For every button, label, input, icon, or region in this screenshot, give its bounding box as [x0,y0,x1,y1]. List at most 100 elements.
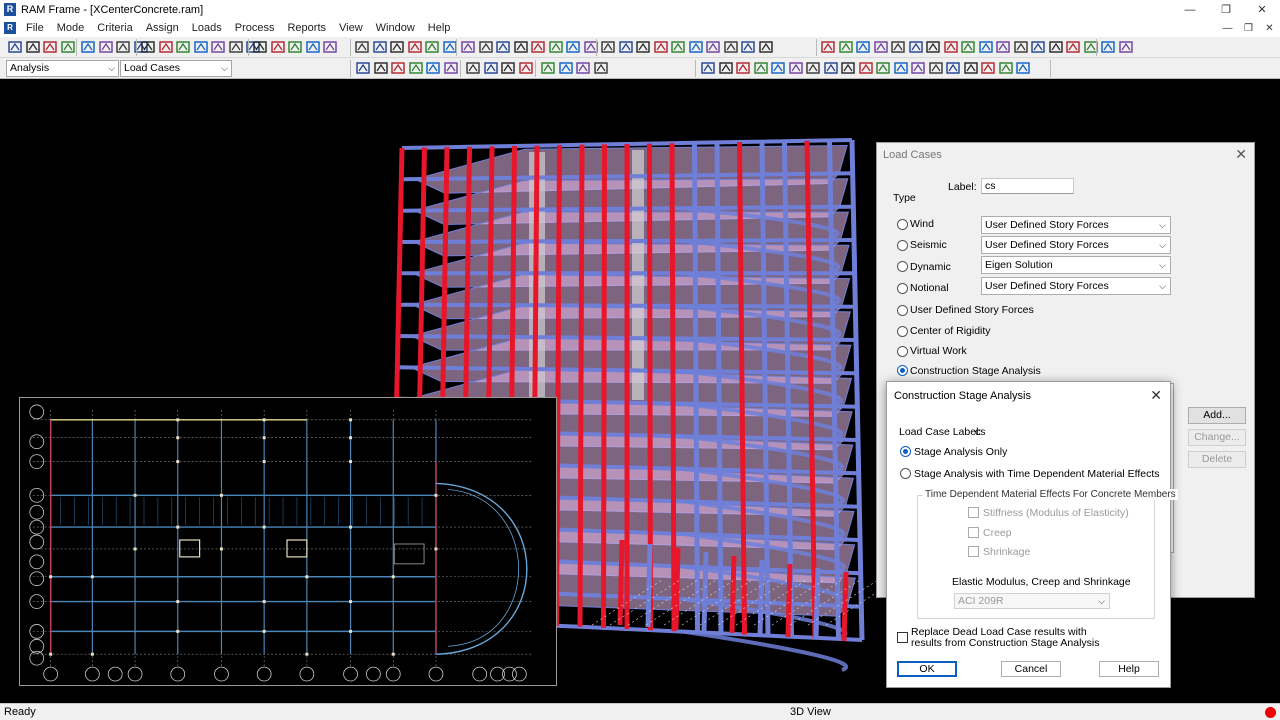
toolbar-tool-icon[interactable] [705,39,721,55]
mode-combo[interactable]: Analysis ⌵ [6,60,119,77]
toolbar-tool-icon[interactable] [540,60,556,76]
radio-time-dependent[interactable] [900,468,911,479]
toolbar-tool-icon[interactable] [575,60,591,76]
delete-button[interactable]: Delete [1188,451,1246,468]
toolbar-tool-icon[interactable] [407,39,423,55]
toolbar-tool-icon[interactable] [995,39,1011,55]
toolbar-tool-icon[interactable] [500,60,516,76]
toolbar-tool-icon[interactable] [518,60,534,76]
maximize-button[interactable]: ❐ [1208,0,1244,19]
toolbar-tool-icon[interactable] [858,60,874,76]
toolbar-tool-icon[interactable] [788,60,804,76]
toolbar-tool-icon[interactable] [478,39,494,55]
toolbar-tool-icon[interactable] [593,60,609,76]
menu-assign[interactable]: Assign [140,22,186,34]
seismic-type-dropdown[interactable]: User Defined Story Forces ⌵ [981,236,1171,254]
toolbar-tool-icon[interactable] [483,60,499,76]
minimize-button[interactable]: — [1172,0,1208,19]
dynamic-type-dropdown[interactable]: Eigen Solution ⌵ [981,256,1171,274]
radio-stage-analysis-only-label[interactable]: Stage Analysis Only [914,446,1007,458]
radio-center-of-rigidity-label[interactable]: Center of Rigidity [910,325,991,337]
toolbar-tool-icon[interactable] [823,60,839,76]
toolbar-tool-icon[interactable] [1065,39,1081,55]
toolbar-tool-icon[interactable] [98,39,114,55]
toolbar-tool-icon[interactable] [840,60,856,76]
radio-user-defined[interactable] [897,305,908,316]
radio-seismic[interactable] [897,240,908,251]
toolbar-tool-icon[interactable] [548,39,564,55]
toolbar-tool-icon[interactable] [753,60,769,76]
toolbar-tool-icon[interactable] [354,39,370,55]
toolbar-tool-icon[interactable] [228,39,244,55]
toolbar-tool-icon[interactable] [945,60,961,76]
toolbar-tool-icon[interactable] [688,39,704,55]
toolbar-tool-icon[interactable] [287,39,303,55]
cancel-button[interactable]: Cancel [1001,661,1061,677]
toolbar-tool-icon[interactable] [1118,39,1134,55]
doc-close-button[interactable]: ✕ [1259,19,1280,37]
toolbar-tool-icon[interactable] [158,39,174,55]
replace-dead-load-label[interactable]: Replace Dead Load Case results with resu… [911,627,1100,649]
toolbar-tool-icon[interactable] [390,60,406,76]
toolbar-tool-icon[interactable] [373,60,389,76]
toolbar-tool-icon[interactable] [140,39,156,55]
radio-construction-stage-label[interactable]: Construction Stage Analysis [910,365,1041,377]
menu-reports[interactable]: Reports [281,22,333,34]
radio-center-of-rigidity[interactable] [897,326,908,337]
toolbar-tool-icon[interactable] [60,39,76,55]
doc-restore-button[interactable]: ❐ [1238,19,1259,37]
label-input[interactable]: cs [981,178,1074,194]
toolbar-tool-icon[interactable] [389,39,405,55]
radio-dynamic[interactable] [897,261,908,272]
stiffness-checkbox[interactable] [968,507,979,518]
toolbar-tool-icon[interactable] [875,60,891,76]
help-button[interactable]: Help [1099,661,1159,677]
toolbar-tool-icon[interactable] [305,39,321,55]
menu-loads[interactable]: Loads [186,22,229,34]
radio-dynamic-label[interactable]: Dynamic [910,261,951,273]
toolbar-tool-icon[interactable] [873,39,889,55]
toolbar-tool-icon[interactable] [7,39,23,55]
toolbar-tool-icon[interactable] [963,60,979,76]
toolbar-tool-icon[interactable] [893,60,909,76]
toolbar-tool-icon[interactable] [978,39,994,55]
menu-criteria[interactable]: Criteria [91,22,139,34]
menu-view[interactable]: View [333,22,370,34]
toolbar-tool-icon[interactable] [998,60,1014,76]
toolbar-tool-icon[interactable] [565,39,581,55]
toolbar-tool-icon[interactable] [1015,60,1031,76]
radio-wind-label[interactable]: Wind [910,218,934,230]
radio-notional[interactable] [897,283,908,294]
toolbar-tool-icon[interactable] [424,39,440,55]
view-combo[interactable]: Load Cases ⌵ [120,60,232,77]
replace-dead-load-checkbox[interactable] [897,632,908,643]
toolbar-tool-icon[interactable] [700,60,716,76]
notional-type-dropdown[interactable]: User Defined Story Forces ⌵ [981,277,1171,295]
toolbar-tool-icon[interactable] [735,60,751,76]
toolbar-tool-icon[interactable] [270,39,286,55]
radio-time-dependent-label[interactable]: Stage Analysis with Time Dependent Mater… [914,468,1160,480]
toolbar-tool-icon[interactable] [960,39,976,55]
toolbar-tool-icon[interactable] [1100,39,1116,55]
menu-file[interactable]: File [20,22,51,34]
radio-construction-stage[interactable] [897,365,908,376]
toolbar-tool-icon[interactable] [925,39,941,55]
toolbar-tool-icon[interactable] [425,60,441,76]
toolbar-tool-icon[interactable] [618,39,634,55]
toolbar-tool-icon[interactable] [530,39,546,55]
ok-button[interactable]: OK [897,661,957,677]
toolbar-tool-icon[interactable] [890,39,906,55]
toolbar-tool-icon[interactable] [465,60,481,76]
radio-seismic-label[interactable]: Seismic [910,239,947,251]
toolbar-tool-icon[interactable] [600,39,616,55]
toolbar-tool-icon[interactable] [1030,39,1046,55]
toolbar-tool-icon[interactable] [80,39,96,55]
add-button[interactable]: Add... [1188,407,1246,424]
doc-minimize-button[interactable]: — [1217,19,1238,37]
toolbar-tool-icon[interactable] [740,39,756,55]
toolbar-tool-icon[interactable] [1013,39,1029,55]
toolbar-tool-icon[interactable] [460,39,476,55]
toolbar-tool-icon[interactable] [175,39,191,55]
toolbar-tool-icon[interactable] [210,39,226,55]
toolbar-tool-icon[interactable] [908,39,924,55]
